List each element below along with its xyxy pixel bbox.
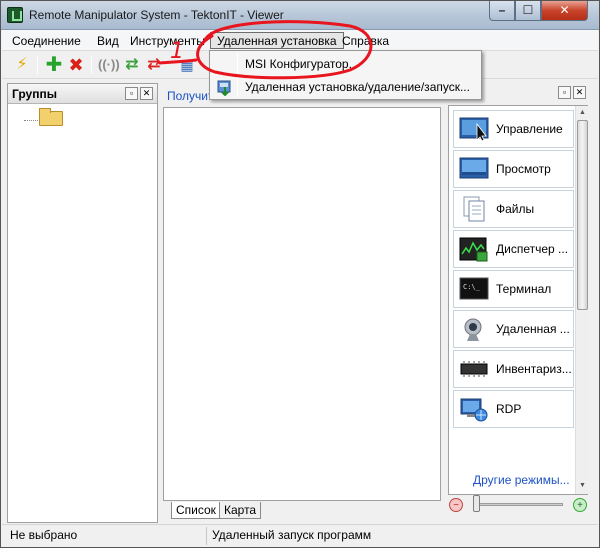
zoom-in-icon[interactable]: + bbox=[573, 498, 587, 512]
mode-label: Файлы bbox=[496, 202, 535, 216]
modes-list: Управление Просмотр Файлы Диспетчер ... … bbox=[448, 105, 588, 495]
menu-item-remote-install-run[interactable]: Удаленная установка/удаление/запуск... bbox=[212, 76, 479, 98]
tree-connector bbox=[24, 120, 40, 121]
status-mode: Удаленный запуск программ bbox=[212, 528, 372, 542]
other-modes-link[interactable]: Другие режимы... bbox=[473, 473, 570, 487]
app-logo-icon bbox=[7, 7, 23, 23]
documents-icon bbox=[463, 196, 485, 222]
status-selection: Не выбрано bbox=[10, 528, 78, 542]
terminal-icon: C:\_ bbox=[459, 277, 489, 300]
menu-bar: Соединение Вид Инструменты Удаленная уст… bbox=[2, 30, 598, 51]
mode-label: Диспетчер ... bbox=[496, 242, 569, 256]
webcam-icon bbox=[464, 318, 482, 341]
window-title: Remote Manipulator System - TektonIT - V… bbox=[29, 8, 284, 22]
minimize-button[interactable]: – bbox=[489, 1, 515, 21]
menu-remote-install[interactable]: Удаленная установка bbox=[210, 32, 344, 49]
main-window: Remote Manipulator System - TektonIT - V… bbox=[0, 0, 600, 548]
refresh-icon[interactable]: ⇄ bbox=[122, 55, 142, 75]
svg-text:C:\_: C:\_ bbox=[463, 283, 481, 291]
zoom-slider-thumb[interactable] bbox=[473, 495, 480, 512]
toolbar-separator bbox=[91, 56, 92, 74]
groups-pane-header: Группы ▫ ✕ bbox=[8, 84, 157, 104]
folder-icon[interactable] bbox=[39, 108, 63, 126]
status-bar: Не выбрано Удаленный запуск программ bbox=[2, 524, 598, 546]
menu-connection[interactable]: Соединение bbox=[6, 32, 87, 49]
menu-item-label: Удаленная установка/удаление/запуск... bbox=[245, 80, 470, 94]
connections-pane: Получить Список Карта bbox=[161, 83, 443, 523]
connections-list[interactable] bbox=[163, 107, 441, 501]
close-icon[interactable]: ✕ bbox=[140, 87, 153, 100]
add-icon[interactable]: ✚ bbox=[44, 55, 64, 75]
menu-item-label: MSI Конфигуратор... bbox=[245, 57, 359, 71]
menu-help[interactable]: Справка bbox=[336, 32, 395, 49]
title-bar[interactable]: Remote Manipulator System - TektonIT - V… bbox=[1, 1, 599, 30]
mode-view[interactable]: Просмотр bbox=[453, 150, 574, 188]
close-button[interactable]: ✕ bbox=[541, 1, 588, 21]
reconnect-icon[interactable]: ⇄ bbox=[144, 55, 164, 75]
zoom-out-icon[interactable]: − bbox=[449, 498, 463, 512]
mode-control[interactable]: Управление bbox=[453, 110, 574, 148]
mode-terminal[interactable]: C:\_ Терминал bbox=[453, 270, 574, 308]
task-manager-icon bbox=[459, 237, 488, 262]
scroll-thumb[interactable] bbox=[577, 120, 588, 310]
pin-icon[interactable]: ▫ bbox=[558, 86, 571, 99]
menu-view[interactable]: Вид bbox=[91, 32, 125, 49]
scroll-up-icon[interactable]: ▲ bbox=[577, 107, 588, 119]
menu-item-msi-configurator[interactable]: MSI Конфигуратор... bbox=[212, 53, 479, 75]
antenna-icon[interactable]: ((·)) bbox=[98, 55, 120, 75]
mode-label: Управление bbox=[496, 122, 563, 136]
mode-files[interactable]: Файлы bbox=[453, 190, 574, 228]
pin-icon[interactable]: ▫ bbox=[125, 87, 138, 100]
delete-icon[interactable]: ✖ bbox=[66, 55, 86, 75]
lightning-icon[interactable]: ⚡ bbox=[12, 55, 32, 75]
toolbar-separator bbox=[37, 56, 38, 74]
mode-label: Инвентариз... bbox=[496, 362, 572, 376]
zoom-slider-track[interactable] bbox=[473, 503, 563, 506]
close-icon[interactable]: ✕ bbox=[573, 86, 586, 99]
mode-inventory[interactable]: Инвентариз... bbox=[453, 350, 574, 388]
monitor-cursor-icon bbox=[459, 117, 489, 142]
modes-pane: ▫ ✕ Управление Просмотр Файлы Диспетчер … bbox=[445, 83, 591, 523]
rdp-icon bbox=[460, 398, 488, 422]
tab-map[interactable]: Карта bbox=[219, 502, 262, 519]
mode-task-manager[interactable]: Диспетчер ... bbox=[453, 230, 574, 268]
mode-label: Терминал bbox=[496, 282, 552, 296]
monitor-icon bbox=[459, 157, 489, 179]
install-package-icon bbox=[217, 80, 231, 96]
mode-label: RDP bbox=[496, 402, 522, 416]
mode-rdp[interactable]: RDP bbox=[453, 390, 574, 428]
mode-label: Просмотр bbox=[496, 162, 551, 176]
maximize-button[interactable]: ☐ bbox=[515, 1, 541, 21]
menu-tools[interactable]: Инструменты bbox=[124, 32, 211, 49]
groups-pane: Группы ▫ ✕ bbox=[7, 83, 158, 523]
tab-list[interactable]: Список bbox=[171, 502, 221, 519]
chip-icon bbox=[460, 361, 488, 377]
zoom-control: − + bbox=[445, 491, 591, 515]
mode-label: Удаленная ... bbox=[496, 322, 570, 336]
status-separator bbox=[206, 527, 207, 545]
mode-remote-webcam[interactable]: Удаленная ... bbox=[453, 310, 574, 348]
grid-view-icon[interactable]: ▦ bbox=[177, 55, 197, 75]
groups-pane-title: Группы bbox=[12, 87, 57, 101]
remote-install-dropdown: MSI Конфигуратор... Удаленная установка/… bbox=[209, 50, 482, 100]
modes-scrollbar[interactable]: ▲ ▼ bbox=[575, 106, 588, 494]
